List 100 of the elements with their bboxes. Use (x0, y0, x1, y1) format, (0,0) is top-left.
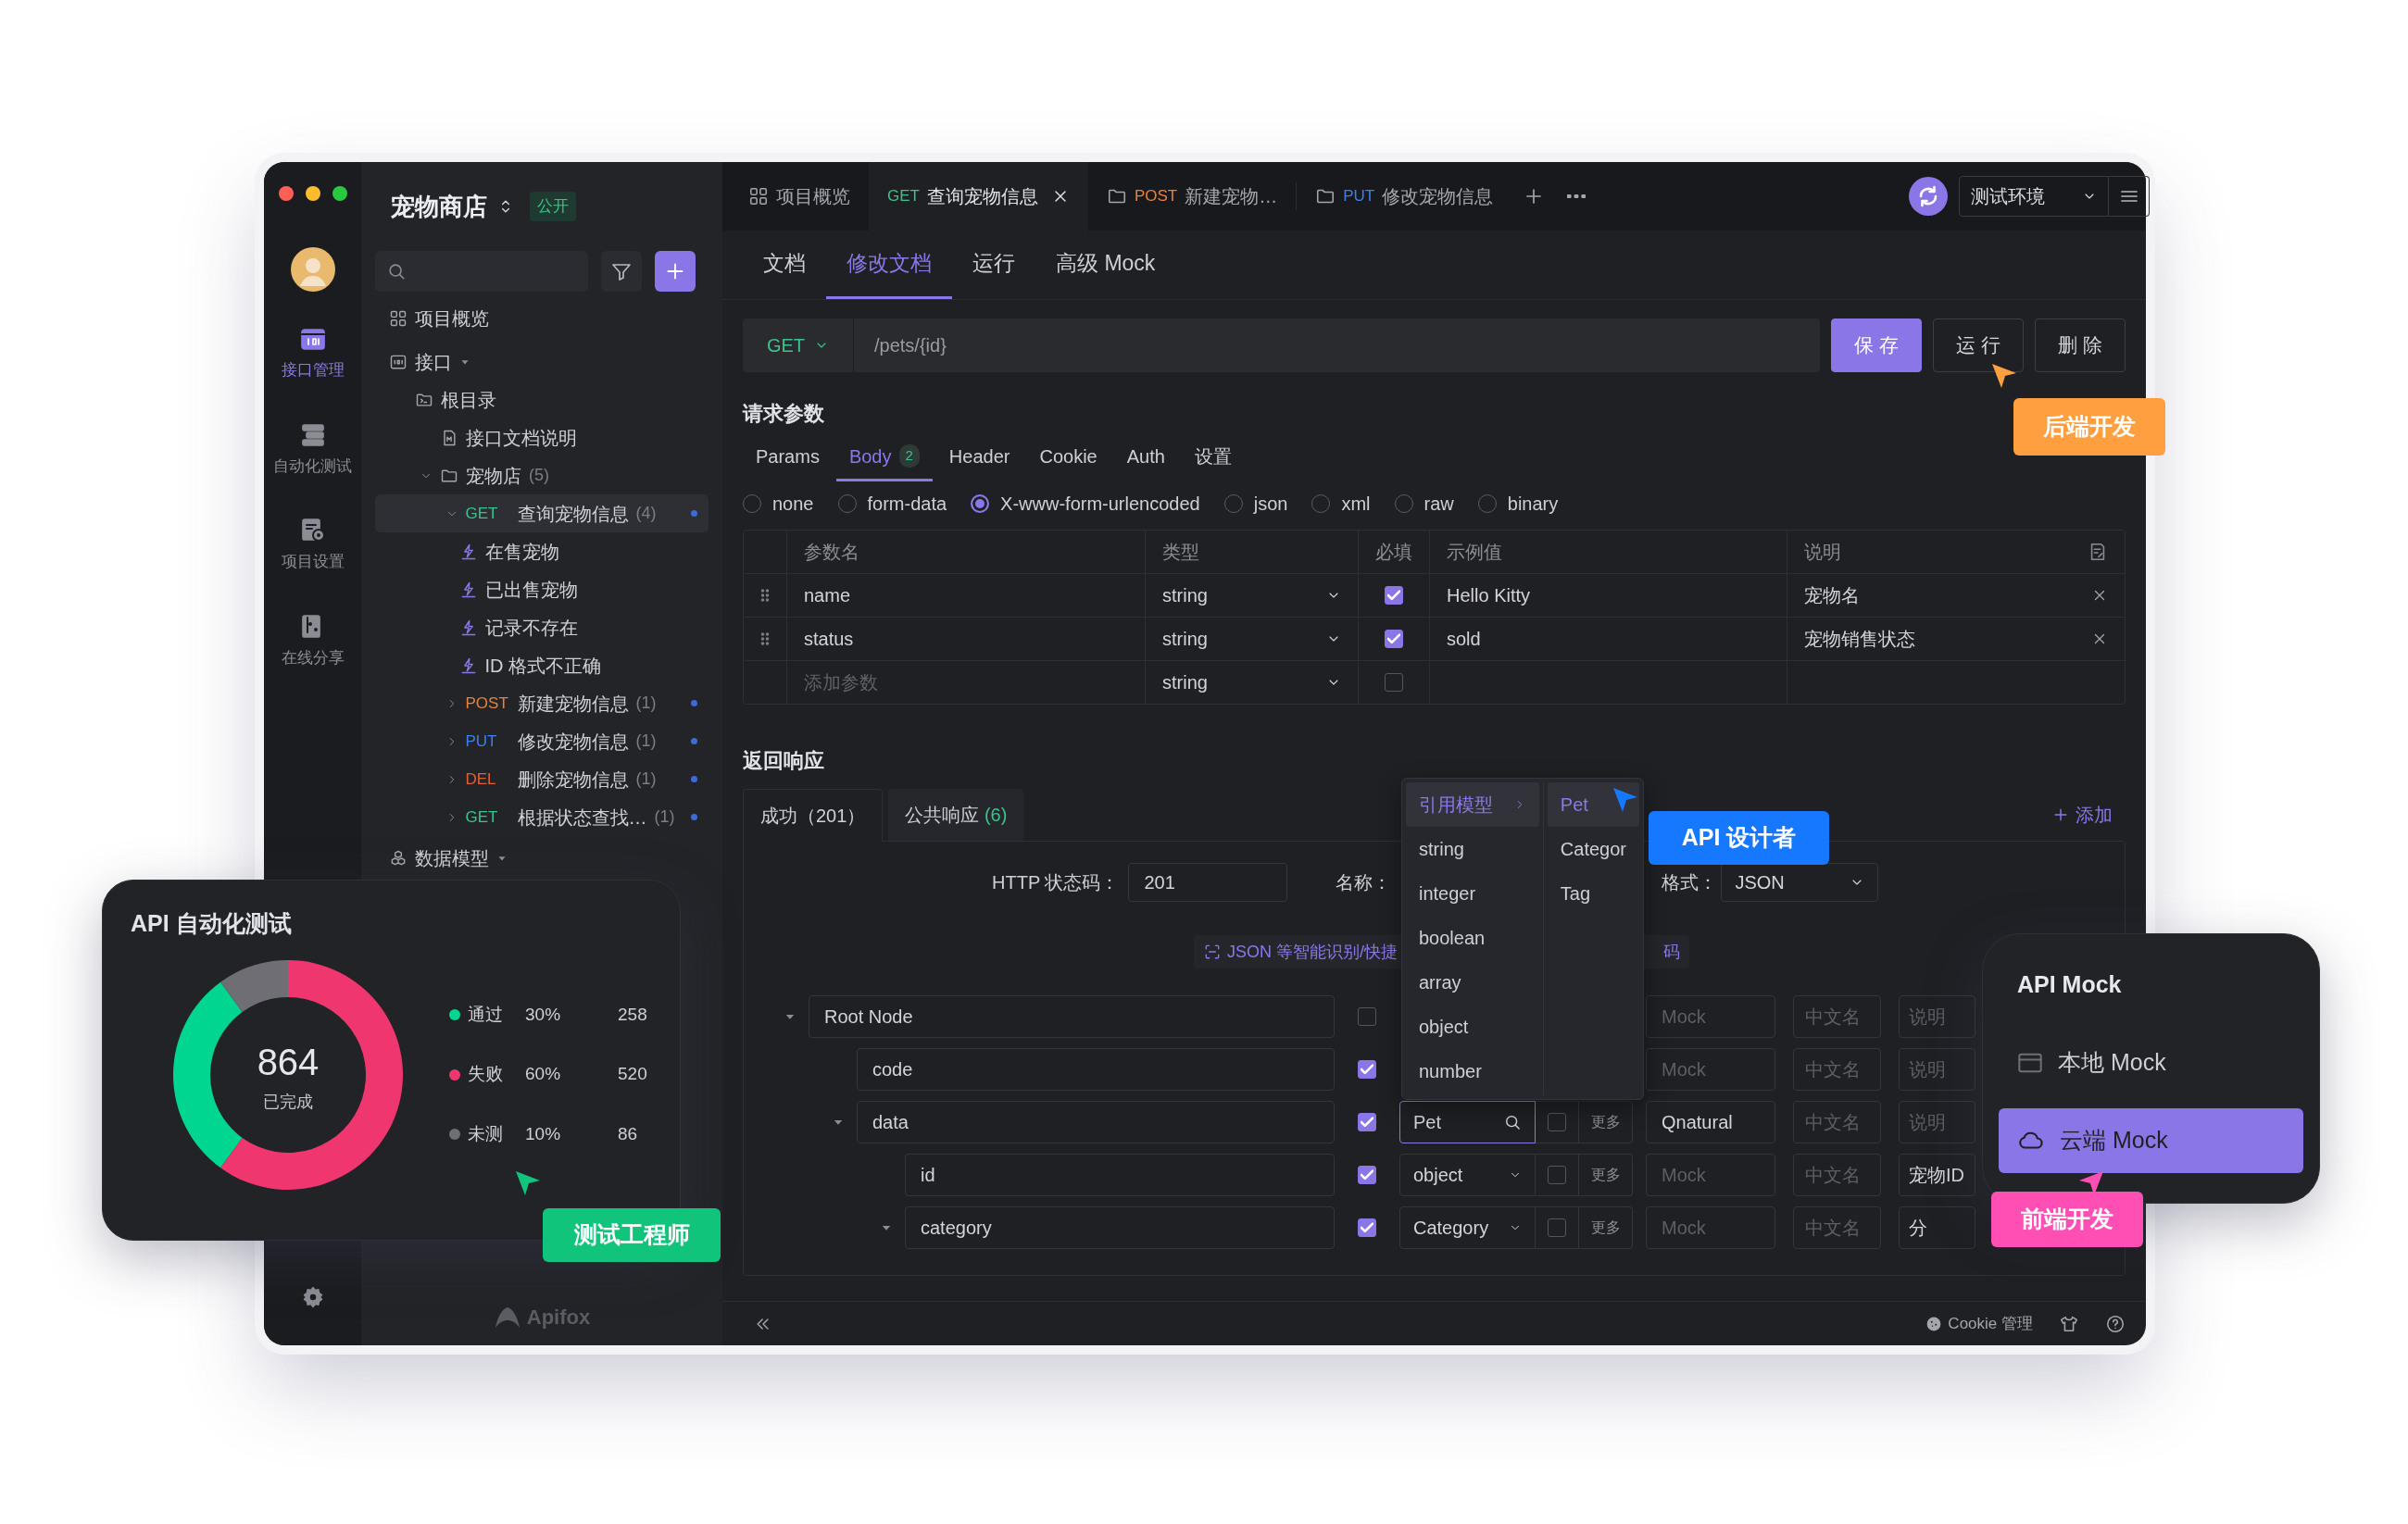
checkbox[interactable] (1548, 1166, 1566, 1184)
tab[interactable]: 修改文档 (826, 231, 952, 299)
name-field[interactable]: Root Node (809, 995, 1335, 1038)
tab[interactable]: POST 新建宠物… (1087, 162, 1297, 231)
tree-item[interactable]: GET 根据状态查找… (1) (375, 798, 709, 836)
tab[interactable]: Body 2 (835, 433, 933, 481)
tree-item[interactable]: 在售宠物 (375, 532, 709, 570)
title-field[interactable]: 中文名 (1793, 1206, 1881, 1249)
menu-item[interactable]: number (1406, 1049, 1539, 1093)
title-field[interactable]: 中文名 (1793, 1048, 1881, 1091)
tree-item[interactable]: 根目录 (375, 381, 709, 418)
tree-item[interactable]: GET 查询宠物信息 (4) (375, 494, 709, 532)
nav-item[interactable]: 自动化测试 (264, 420, 361, 478)
checkbox[interactable] (1358, 1166, 1376, 1184)
checkbox[interactable] (1548, 1113, 1566, 1131)
title-field[interactable]: 中文名 (1793, 995, 1881, 1038)
mock-field[interactable]: Mock (1646, 1154, 1775, 1196)
tab[interactable]: 公共响应 (6) (888, 789, 1024, 841)
tab[interactable]: 文档 (743, 231, 826, 299)
search-field[interactable] (375, 251, 588, 292)
tree-item[interactable]: 宠物店 (5) (375, 456, 709, 494)
type-select[interactable]: string (1162, 625, 1341, 653)
menu-item[interactable]: integer (1406, 871, 1539, 916)
nav-item[interactable]: 在线分享 (264, 612, 361, 669)
title-field[interactable]: 中文名 (1793, 1154, 1881, 1196)
more-button[interactable]: 更多 (1579, 1206, 1633, 1249)
checkbox[interactable] (1358, 1218, 1376, 1237)
name-field[interactable]: data (857, 1101, 1335, 1143)
status-code-field[interactable]: 201 (1128, 863, 1288, 902)
action-button[interactable]: 保 存 (1831, 319, 1922, 372)
minimize-button[interactable] (305, 186, 320, 201)
description-field[interactable]: 说明 (1899, 995, 1975, 1038)
close-button[interactable] (278, 186, 294, 201)
type-select[interactable]: Category (1399, 1206, 1536, 1249)
filter-button[interactable] (601, 251, 642, 292)
mock-field[interactable]: Mock (1646, 995, 1775, 1038)
menu-item[interactable]: boolean (1406, 916, 1539, 960)
tree-item[interactable]: PUT 修改宠物信息 (1) (375, 722, 709, 760)
checkbox[interactable] (1358, 1007, 1376, 1026)
tree-item[interactable]: POST 新建宠物信息 (1) (375, 684, 709, 722)
menu-item[interactable]: 引用模型 (1406, 782, 1539, 827)
menu-item[interactable]: string (1406, 827, 1539, 871)
param-name-field[interactable]: 添加参数 (804, 668, 1128, 696)
tab[interactable]: 运行 (952, 231, 1035, 299)
sync-icon[interactable] (1909, 177, 1948, 216)
help-icon[interactable] (2105, 1313, 2126, 1334)
checkbox[interactable] (1358, 1060, 1376, 1079)
type-select[interactable]: string (1162, 668, 1341, 696)
nav-item[interactable]: 接口管理 (264, 325, 361, 382)
checkbox[interactable] (1385, 673, 1403, 692)
tab[interactable]: 成功（201） (743, 789, 884, 842)
mock-field[interactable]: Mock (1646, 1048, 1775, 1091)
menu-item[interactable]: object (1406, 1005, 1539, 1049)
checkbox[interactable] (1385, 586, 1403, 605)
tab[interactable]: Header (935, 433, 1023, 481)
menu-item[interactable]: Pet (1547, 782, 1639, 827)
tree-item[interactable]: 项目概览 (375, 299, 709, 337)
checkbox[interactable] (1385, 630, 1403, 648)
cookie-button[interactable]: Cookie 管理 (1925, 1311, 2033, 1336)
menu-item[interactable]: Tag (1547, 871, 1639, 916)
name-field[interactable]: code (857, 1048, 1335, 1091)
tree-item[interactable]: ID 格式不正确 (375, 646, 709, 684)
url-field[interactable]: GET /pets/{id} (743, 319, 1820, 372)
tree-item[interactable]: 记录不存在 (375, 608, 709, 646)
description-field[interactable]: 分 (1899, 1206, 1975, 1249)
nav-item[interactable]: 项目设置 (264, 517, 361, 574)
tab[interactable]: Params (743, 433, 833, 481)
more-button[interactable]: 更多 (1579, 1154, 1633, 1196)
tree-item[interactable]: 接口文档说明 (375, 418, 709, 456)
mock-field[interactable]: Qnatural (1646, 1101, 1775, 1143)
tab[interactable]: Auth (1113, 433, 1178, 481)
checkbox[interactable] (1358, 1113, 1376, 1131)
menu-item[interactable]: Categor (1547, 827, 1639, 871)
tab[interactable]: 项目概览 (730, 162, 869, 231)
tab[interactable]: 设置 (1181, 433, 1245, 481)
avatar[interactable] (290, 247, 335, 292)
zoom-button[interactable] (332, 186, 347, 201)
action-button[interactable]: 删 除 (2035, 319, 2126, 372)
tree-item[interactable]: DEL 删除宠物信息 (1) (375, 760, 709, 798)
title-field[interactable]: 中文名 (1793, 1101, 1881, 1143)
description-field[interactable]: 说明 (1899, 1101, 1975, 1143)
tree-item[interactable]: 已出售宠物 (375, 570, 709, 608)
add-button[interactable] (655, 251, 696, 292)
tree-item[interactable]: 数据模型 (375, 839, 709, 877)
mock-option[interactable]: 云端 Mock (1999, 1107, 2303, 1173)
tab[interactable]: Cookie (1026, 433, 1110, 481)
method-select[interactable]: GET (743, 319, 854, 372)
tab[interactable]: GET 查询宠物信息 (869, 162, 1088, 231)
environment-select[interactable]: 测试环境 (1959, 176, 2109, 217)
tab[interactable]: 高级 Mock (1035, 231, 1176, 299)
radio-button[interactable] (971, 494, 990, 513)
menu-item[interactable]: array (1406, 960, 1539, 1005)
add-button[interactable]: 添加 (2046, 789, 2126, 841)
name-field[interactable]: category (905, 1206, 1335, 1249)
mock-field[interactable]: Mock (1646, 1206, 1775, 1249)
tree-item[interactable]: 接口 (375, 343, 709, 381)
description-field[interactable]: 宠物ID (1899, 1154, 1975, 1196)
type-select[interactable]: string (1162, 581, 1341, 609)
tab[interactable]: PUT 修改宠物信息 (1297, 162, 1512, 231)
name-field[interactable]: id (905, 1154, 1335, 1196)
